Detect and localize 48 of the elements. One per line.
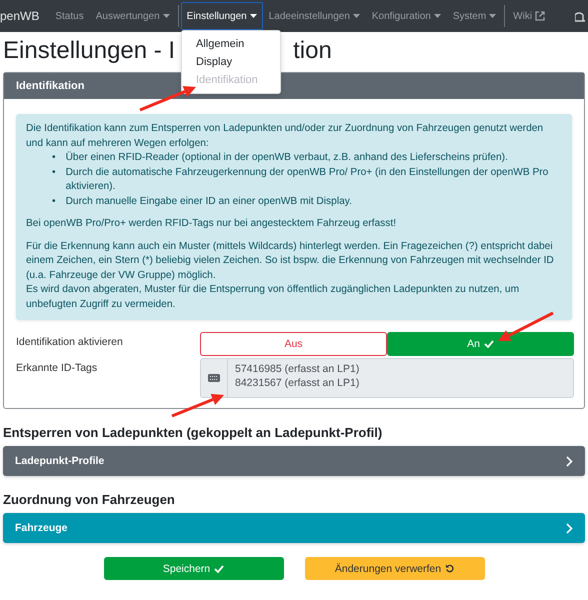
section-heading: Zuordnung von Fahrzeugen: [3, 492, 176, 507]
section-heading: Entsperren von Ladepunkten (gekoppelt an Ladepunkt-Profil): [3, 425, 384, 440]
nav-item[interactable]: Status: [49, 2, 90, 30]
save-button[interactable]: Speichern: [104, 557, 284, 580]
collapsible-bar[interactable]: Fahrzeuge: [3, 513, 585, 543]
list-item: Durch die automatische Fahrzeugerkennung der openWB Pro/ Pro+ (in den Einstellungen der openWB Pro aktivieren).: [66, 166, 550, 194]
caret-icon: [162, 14, 170, 18]
field-label: Erkannte ID-Tags: [16, 361, 98, 376]
annotation-arrow: [171, 394, 224, 418]
brand-logo[interactable]: penWB: [0, 9, 40, 23]
info-text: Bei openWB Pro/Pro+ werden RFID-Tags nur bei angestecktem Fahrzeug erfasst!: [26, 217, 398, 231]
nav-item[interactable]: System: [446, 2, 502, 30]
annotation-arrow: [498, 312, 554, 341]
caret-icon: [250, 14, 257, 18]
menu-item[interactable]: Allgemein: [182, 35, 280, 53]
discard-button[interactable]: Änderungen verwerfen: [304, 557, 484, 580]
toggle-option[interactable]: Aus: [200, 332, 387, 356]
keyboard-icon: [208, 374, 220, 382]
undo-icon: [445, 564, 454, 573]
nav-item[interactable]: Wiki: [507, 2, 552, 30]
page-title: Einstellungen - I: [3, 36, 176, 66]
chevron-right-icon: [566, 522, 573, 534]
list-item: Über einen RFID-Reader (optional in der openWB verbaut, z.B. anhand des Lieferscheins prüfen).: [66, 151, 508, 165]
id-tags-field[interactable]: 57416985 (erfasst an LP1) 84231567 (erfasst an LP1): [200, 358, 574, 398]
external-link-icon: [535, 11, 546, 21]
check-icon: [484, 340, 494, 348]
annotation-arrow: [139, 86, 196, 112]
info-text: Es wird davon abgeraten, Muster für die Entsperrung von öffentlich zugänglichen Ladepunkten zu nutzen, um unbefugten Zugriff zu vermeiden.: [26, 283, 520, 312]
bullet-marker: •: [52, 194, 56, 208]
collapsible-bar[interactable]: Ladepunkt-Profile: [3, 446, 585, 476]
field-label: Identifikation aktivieren: [16, 335, 124, 350]
caret-icon: [434, 14, 441, 18]
nav-item[interactable]: Konfiguration: [366, 2, 447, 30]
nav-item[interactable]: Einstellungen: [180, 2, 263, 30]
toggle-option[interactable]: An: [387, 332, 574, 356]
info-text: Für die Erkennung kann auch ein Muster (mittels Wildcards) hinterlegt werden. Ein Fragezeichen (?) entspricht dabei einem Zeichen, ein Stern (*) beliebig vielen Zeichen. So ist bspw. die Erkennung von Fahrzeugen mit wechselnder ID (u.a. Fahrzeuge der VW Gruppe) möglich.: [26, 240, 555, 282]
info-text: Die Identifikation kann zum Entsperren von Ladepunkten und/oder zur Zuordnung von Fahrzeugen genutzt werden und kann auf mehreren Wegen erfolgen:: [26, 122, 544, 150]
bullet-marker: •: [52, 166, 56, 180]
bullet-marker: •: [52, 151, 56, 165]
chevron-right-icon: [566, 456, 573, 466]
caret-icon: [352, 14, 360, 18]
menu-item[interactable]: Display: [182, 53, 280, 71]
nav-item[interactable]: Ladeeinstellungen: [262, 2, 366, 30]
check-icon: [214, 564, 224, 572]
list-item: Durch manuelle Eingabe einer ID an einer openWB mit Display.: [66, 194, 352, 208]
nav-item[interactable]: Auswertungen: [90, 2, 176, 30]
page-title: tion: [293, 36, 332, 66]
caret-icon: [489, 14, 496, 18]
